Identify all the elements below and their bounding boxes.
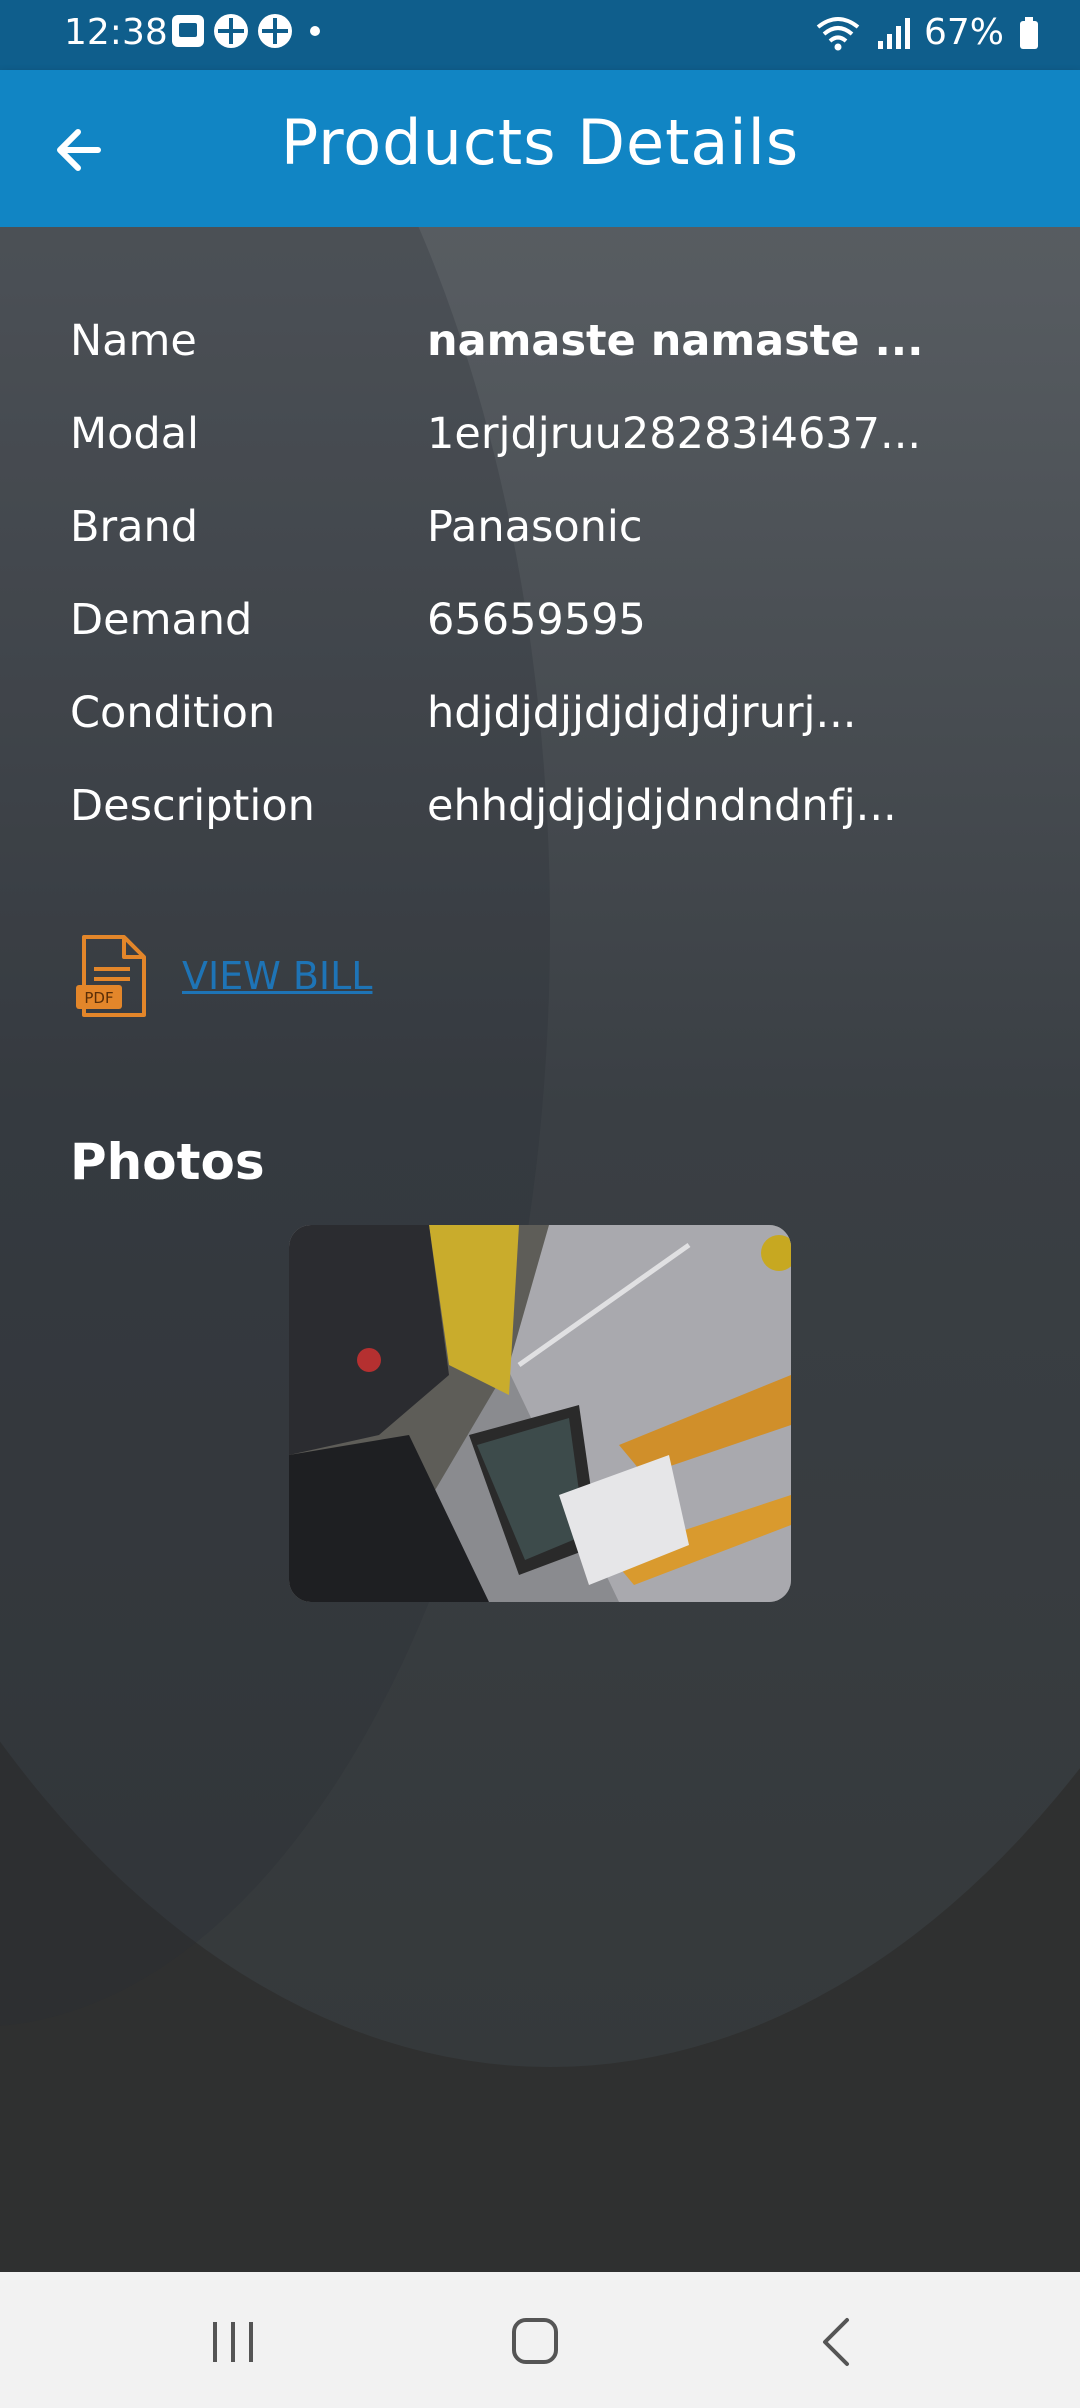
status-bar: 12:38 67% — [0, 0, 1080, 70]
detail-label: Brand — [70, 502, 199, 552]
product-photo-image — [289, 1225, 791, 1602]
detail-value: 1erjdjruu28283i4637... — [427, 409, 922, 459]
product-details-content: Name namaste namaste ... Modal 1erjdjruu… — [0, 227, 1080, 2272]
app-bar: Products Details — [0, 70, 1080, 227]
signal-icon — [877, 17, 910, 49]
home-icon[interactable] — [500, 2312, 570, 2372]
pdf-icon-label: PDF — [84, 989, 113, 1007]
status-system-icons: 67% — [814, 12, 1040, 53]
dot-icon — [310, 26, 320, 36]
detail-value: ehhdjdjdjdjdndndnfj... — [427, 781, 897, 831]
view-bill-link[interactable]: PDF VIEW BILL — [74, 931, 372, 1021]
detail-value: hdjdjdjjdjdjdjdjrurj... — [427, 688, 857, 738]
detail-label: Demand — [70, 595, 253, 645]
clover-icon — [258, 14, 292, 48]
status-time: 12:38 — [64, 12, 168, 53]
detail-value: namaste namaste ... — [427, 316, 924, 366]
clover-icon — [214, 14, 248, 48]
product-photo[interactable] — [289, 1225, 791, 1602]
view-bill-label[interactable]: VIEW BILL — [182, 954, 372, 998]
status-notification-icons — [172, 14, 320, 48]
detail-label: Condition — [70, 688, 276, 738]
detail-label: Modal — [70, 409, 199, 459]
back-icon[interactable] — [803, 2312, 873, 2372]
detail-value: 65659595 — [427, 595, 646, 645]
pdf-file-icon: PDF — [76, 935, 146, 1017]
wifi-icon — [816, 16, 860, 50]
gallery-icon — [172, 15, 204, 47]
system-nav-bar — [0, 2272, 1080, 2408]
battery-percent: 67% — [923, 12, 1004, 53]
recents-icon[interactable] — [198, 2312, 268, 2372]
detail-label: Description — [70, 781, 315, 831]
photos-heading: Photos — [70, 1133, 265, 1191]
detail-label: Name — [70, 316, 197, 366]
battery-icon — [1020, 16, 1038, 49]
page-title: Products Details — [280, 106, 800, 179]
detail-value: Panasonic — [427, 502, 643, 552]
